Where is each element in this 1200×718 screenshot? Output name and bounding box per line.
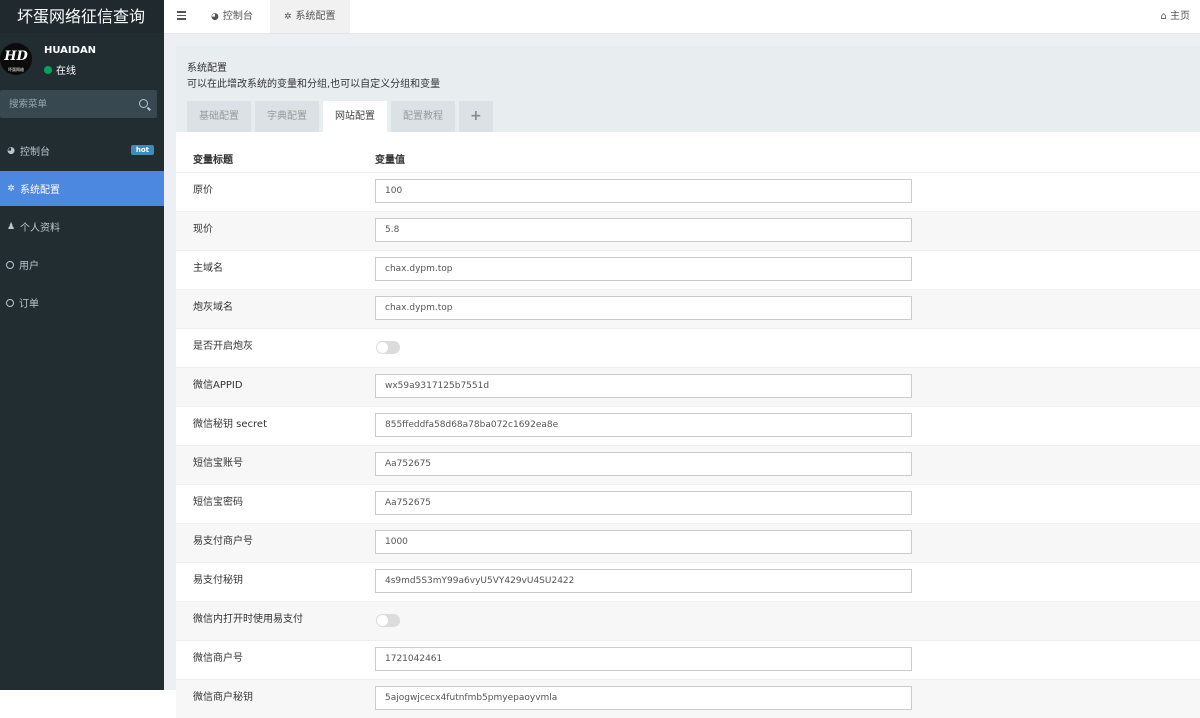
user-icon: ♟: [6, 221, 16, 232]
row-label: 微信秘钥 secret: [193, 419, 268, 430]
column-header-value: 变量值: [375, 155, 405, 166]
tab-label: 控制台: [222, 11, 253, 22]
avatar-caption: 坏蛋网络: [8, 67, 24, 72]
wechat-merchant-id-input[interactable]: [375, 647, 912, 671]
table-row: 微信商户秘钥: [176, 679, 1200, 718]
table-row: 微信APPID: [176, 367, 1200, 406]
circle-icon: [6, 260, 14, 269]
row-label: 短信宝密码: [193, 497, 243, 508]
row-label: 主域名: [193, 263, 223, 274]
user-name: HUAIDAN: [44, 45, 97, 56]
row-label: 易支付商户号: [193, 536, 253, 547]
tab-basic-config[interactable]: 基础配置: [187, 101, 251, 132]
add-tab-button[interactable]: +: [459, 101, 493, 132]
online-dot-icon: [44, 65, 52, 74]
tab-dictionary-config[interactable]: 字典配置: [255, 101, 319, 132]
page-description: 可以在此增改系统的变量和分组,也可以自定义分组和变量: [187, 79, 441, 90]
sms-account-input[interactable]: [375, 452, 912, 476]
sidebar-item-profile[interactable]: ♟ 个人资料: [0, 209, 164, 244]
table-row: 炮灰域名: [176, 289, 1200, 328]
wechat-secret-input[interactable]: [375, 413, 912, 437]
table-row: 原价: [176, 172, 1200, 211]
tab-system-config[interactable]: ✲ 系统配置: [270, 0, 350, 33]
table-row: 易支付秘钥: [176, 562, 1200, 601]
row-label: 是否开启炮灰: [193, 341, 253, 352]
config-table: 原价 现价 主域名 炮灰域名 是否开启炮灰 微信APPID 微信秘钥 secre…: [176, 172, 1200, 718]
row-label: 短信宝账号: [193, 458, 243, 469]
cannon-domain-input[interactable]: [375, 296, 912, 320]
table-row: 微信秘钥 secret: [176, 406, 1200, 445]
sidebar-item-label: 用户: [19, 261, 39, 272]
home-link[interactable]: ⌂ 主页: [1160, 0, 1190, 33]
avatar-logo-text: HD: [4, 49, 28, 64]
row-label: 微信APPID: [193, 380, 243, 391]
gear-icon: ✲: [7, 183, 15, 194]
row-label: 微信商户号: [193, 653, 243, 664]
sidebar-item-label: 个人资料: [20, 223, 60, 234]
sidebar-search: [0, 90, 157, 118]
user-status-label: 在线: [56, 66, 76, 77]
table-row: 现价: [176, 211, 1200, 250]
table-row: 微信内打开时使用易支付: [176, 601, 1200, 640]
home-label: 主页: [1170, 11, 1190, 22]
top-navbar: ◕ 控制台 ✲ 系统配置 ⌂ 主页: [164, 0, 1200, 34]
user-panel: HD 坏蛋网络 HUAIDAN 在线: [0, 33, 164, 85]
page-title: 系统配置: [187, 63, 227, 74]
sidebar-item-system-config[interactable]: ✲ 系统配置: [0, 171, 164, 206]
hot-badge: hot: [130, 145, 154, 155]
search-icon[interactable]: [139, 99, 148, 108]
avatar: HD 坏蛋网络: [0, 43, 32, 75]
sidebar-item-label: 订单: [19, 299, 39, 310]
tab-config-tutorial[interactable]: 配置教程: [391, 101, 455, 132]
column-header-title: 变量标题: [193, 155, 233, 166]
epay-key-input[interactable]: [375, 569, 912, 593]
row-label: 微信内打开时使用易支付: [193, 614, 303, 625]
sidebar-item-orders[interactable]: 订单: [0, 285, 164, 320]
main-domain-input[interactable]: [375, 257, 912, 281]
sidebar: 坏蛋网络征信查询 HD 坏蛋网络 HUAIDAN 在线 ◕ 控制台 hot ✲ …: [0, 0, 164, 690]
sidebar-menu: ◕ 控制台 hot ✲ 系统配置 ♟ 个人资料 用户 订单: [0, 133, 164, 320]
table-row: 短信宝账号: [176, 445, 1200, 484]
tab-site-config[interactable]: 网站配置: [323, 101, 387, 132]
app-brand[interactable]: 坏蛋网络征信查询: [0, 0, 164, 33]
tab-label: 系统配置: [295, 11, 336, 22]
circle-icon: [6, 298, 14, 307]
table-header: 变量标题 变量值: [176, 144, 1200, 172]
sidebar-item-label: 系统配置: [20, 185, 60, 196]
row-label: 易支付秘钥: [193, 575, 243, 586]
table-row: 短信宝密码: [176, 484, 1200, 523]
tab-dashboard[interactable]: ◕ 控制台: [197, 0, 267, 33]
hamburger-menu-icon[interactable]: [177, 11, 186, 22]
sidebar-item-label: 控制台: [20, 147, 50, 158]
config-tabs: 基础配置 字典配置 网站配置 配置教程 +: [187, 101, 497, 132]
panel-heading: 系统配置 可以在此增改系统的变量和分组,也可以自定义分组和变量 基础配置 字典配…: [176, 46, 1200, 132]
original-price-input[interactable]: [375, 179, 912, 203]
sms-password-input[interactable]: [375, 491, 912, 515]
config-panel: 系统配置 可以在此增改系统的变量和分组,也可以自定义分组和变量 基础配置 字典配…: [176, 46, 1200, 718]
row-label: 原价: [193, 185, 213, 196]
search-input[interactable]: [0, 90, 129, 118]
wechat-appid-input[interactable]: [375, 374, 912, 398]
row-label: 微信商户秘钥: [193, 692, 253, 703]
sidebar-item-users[interactable]: 用户: [0, 247, 164, 282]
enable-cannon-toggle[interactable]: [376, 341, 400, 354]
table-row: 微信商户号: [176, 640, 1200, 679]
dashboard-icon: ◕: [211, 12, 219, 22]
user-status: 在线: [44, 62, 76, 77]
dashboard-icon: ◕: [7, 145, 15, 156]
row-label: 现价: [193, 224, 213, 235]
current-price-input[interactable]: [375, 218, 912, 242]
epay-merchant-id-input[interactable]: [375, 530, 912, 554]
wechat-use-epay-toggle[interactable]: [376, 614, 400, 627]
sidebar-item-dashboard[interactable]: ◕ 控制台 hot: [0, 133, 164, 168]
row-label: 炮灰域名: [193, 302, 233, 313]
gear-icon: ✲: [284, 12, 292, 22]
table-row: 主域名: [176, 250, 1200, 289]
home-icon: ⌂: [1160, 11, 1167, 22]
table-row: 易支付商户号: [176, 523, 1200, 562]
table-row: 是否开启炮灰: [176, 328, 1200, 367]
